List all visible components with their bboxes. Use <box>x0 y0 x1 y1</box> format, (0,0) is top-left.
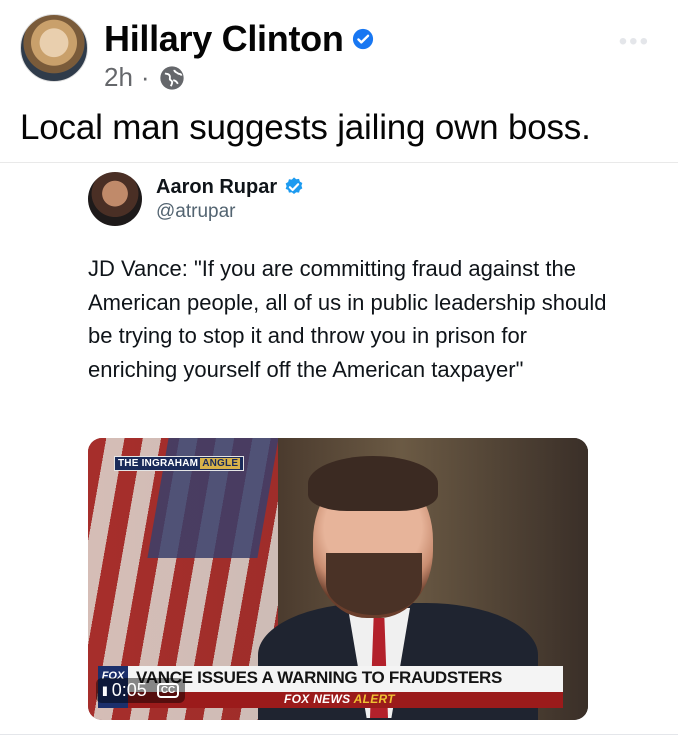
alert-prefix: FOX NEWS <box>284 692 351 706</box>
globe-icon[interactable] <box>158 64 186 92</box>
verified-badge-icon <box>352 28 373 50</box>
tweet-text: JD Vance: "If you are committing fraud a… <box>88 256 607 382</box>
name-row: Hillary Clinton <box>104 18 374 60</box>
chyron-headline: VANCE ISSUES A WARNING TO FRAUDSTERS <box>136 668 503 687</box>
speaker-hair <box>308 456 438 511</box>
video-time: 0:05 <box>111 680 147 700</box>
bottom-divider <box>0 734 678 735</box>
post-caption: Local man suggests jailing own boss. <box>20 108 591 147</box>
author-name[interactable]: Hillary Clinton <box>104 18 344 60</box>
video-player[interactable]: THE INGRAHAM ANGLE FOX VANCE ISSUES A WAR… <box>88 438 588 720</box>
pause-icon[interactable]: II <box>102 683 108 699</box>
alert-text: FOX NEWS ALERT <box>284 692 395 706</box>
divider <box>0 162 678 163</box>
speaker-beard <box>326 553 422 615</box>
tweet-names: Aaron Rupar @atrupar <box>156 176 305 223</box>
show-name-bug: THE INGRAHAM ANGLE <box>114 456 245 471</box>
embedded-tweet[interactable]: Aaron Rupar @atrupar JD Vance: "If you a… <box>88 172 608 386</box>
meta-separator: · <box>140 62 150 92</box>
tweet-header: Aaron Rupar @atrupar <box>88 172 608 226</box>
twitter-verified-badge-icon <box>285 177 303 195</box>
show-name-angle: ANGLE <box>200 458 241 469</box>
tweet-handle: @atrupar <box>156 200 236 222</box>
video-controls: II 0:05 CC <box>96 678 186 703</box>
post-meta: 2h · <box>104 62 374 93</box>
post-header: Hillary Clinton 2h · <box>20 14 374 93</box>
alert-word: ALERT <box>353 692 395 706</box>
tweet-author-name: Aaron Rupar <box>156 175 278 198</box>
tweet-name-row: Aaron Rupar <box>156 176 305 199</box>
more-options-button[interactable]: ••• <box>619 28 650 56</box>
author-avatar[interactable] <box>20 14 88 82</box>
show-name: THE INGRAHAM <box>118 458 199 469</box>
tweet-avatar <box>88 172 142 226</box>
header-text: Hillary Clinton 2h · <box>104 18 374 93</box>
cc-icon[interactable]: CC <box>156 683 180 698</box>
post-time[interactable]: 2h <box>104 62 133 93</box>
